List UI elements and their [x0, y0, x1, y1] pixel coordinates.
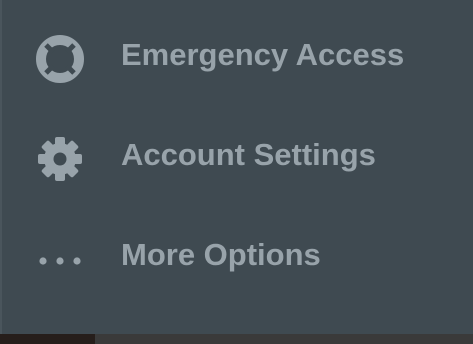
- menu-item-label: Emergency Access: [121, 37, 405, 72]
- lifebuoy-icon: [34, 33, 86, 85]
- menu-item-account-settings[interactable]: Account Settings: [2, 133, 472, 233]
- menu-item-label: More Options: [121, 237, 321, 272]
- menu-item-more-options[interactable]: More Options: [2, 233, 472, 333]
- options-menu: Emergency Access Account Settings More O…: [0, 0, 473, 334]
- menu-item-label: Account Settings: [121, 137, 376, 172]
- menu-item-emergency-access[interactable]: Emergency Access: [2, 33, 472, 133]
- bottom-bar-segment: [0, 334, 95, 344]
- gear-icon: [34, 133, 86, 185]
- ellipsis-icon: [34, 233, 86, 285]
- bottom-bar: [0, 334, 473, 344]
